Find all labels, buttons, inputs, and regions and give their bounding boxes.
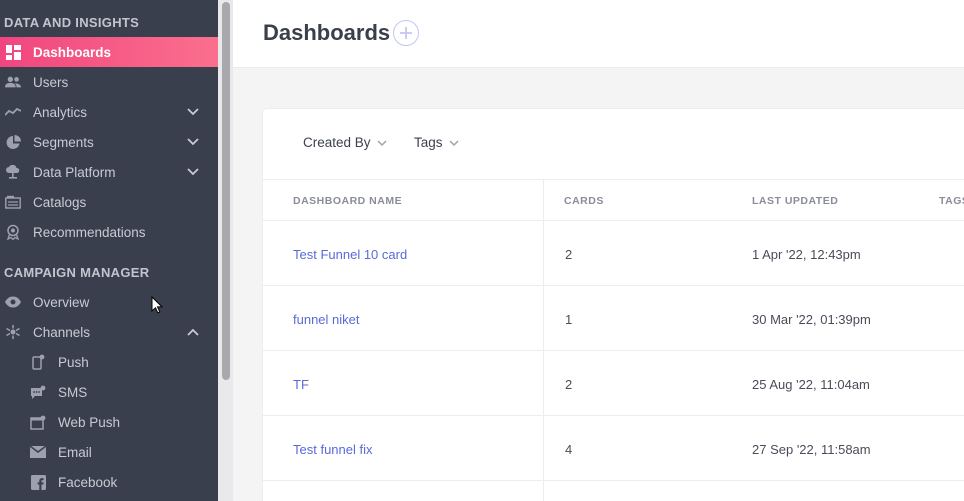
column-divider: [543, 179, 544, 501]
section-title-data-insights: DATA AND INSIGHTS: [4, 15, 140, 30]
cloud-icon: [5, 164, 21, 180]
facebook-icon: [30, 474, 46, 490]
last-updated: 1 Apr '22, 12:43pm: [752, 247, 861, 262]
sidebar-item-overview[interactable]: Overview: [0, 287, 218, 317]
sidebar-item-sms[interactable]: SMS: [0, 377, 218, 407]
catalog-icon: [5, 194, 21, 210]
cards-count: 4: [565, 442, 573, 457]
tags-filter[interactable]: Tags: [414, 135, 459, 150]
sidebar-item-channels[interactable]: Channels: [0, 317, 218, 347]
column-header-name[interactable]: DASHBOARD NAME: [293, 195, 402, 207]
sidebar-item-push[interactable]: Push: [0, 347, 218, 377]
sms-icon: [30, 384, 46, 400]
dashboard-name-link[interactable]: funnel niket: [293, 312, 360, 327]
sidebar-item-label: Recommendations: [33, 224, 146, 240]
page-header: Dashboards: [233, 0, 964, 68]
mail-icon: [30, 444, 46, 460]
mouse-cursor-icon: [151, 296, 163, 314]
chevron-down-icon: [377, 139, 387, 146]
sidebar-item-recommendations[interactable]: Recommendations: [0, 217, 218, 247]
award-icon: [5, 224, 21, 240]
chevron-down-icon: [449, 139, 459, 146]
created-by-filter[interactable]: Created By: [303, 135, 387, 150]
table-row[interactable]: Test funnel fix 4 27 Sep '22, 11:58am: [263, 416, 964, 481]
last-updated: 30 Mar '22, 01:39pm: [752, 312, 871, 327]
sidebar-item-data-platform[interactable]: Data Platform: [0, 157, 218, 187]
chevron-down-icon[interactable]: [186, 165, 200, 179]
cards-count: 1: [565, 312, 573, 327]
plus-icon: [400, 27, 412, 39]
sidebar-item-analytics[interactable]: Analytics: [0, 97, 218, 127]
sidebar-item-label: Channels: [33, 324, 91, 340]
last-updated: 27 Sep '22, 11:58am: [752, 442, 871, 457]
column-header-cards[interactable]: CARDS: [564, 195, 604, 207]
sidebar-item-label: Analytics: [33, 104, 88, 120]
users-icon: [5, 74, 21, 90]
table-row[interactable]: TF 2 25 Aug '22, 11:04am: [263, 351, 964, 416]
sidebar-item-label: Overview: [33, 294, 90, 310]
sidebar-item-label: Push: [58, 354, 89, 370]
sidebar-scrollbar-thumb[interactable]: [222, 2, 230, 380]
pie-chart-icon: [5, 134, 21, 150]
page-title: Dashboards: [263, 20, 391, 45]
sidebar-item-catalogs[interactable]: Catalogs: [0, 187, 218, 217]
sidebar: DATA AND INSIGHTS Dashboards Users Analy…: [0, 0, 218, 501]
dashboard-name-link[interactable]: Test Funnel 10 card: [293, 247, 407, 262]
dashboards-card: Created By Tags DASHBOARD NAME CARDS LAS…: [263, 109, 964, 501]
dashboard-name-link[interactable]: TF: [293, 377, 309, 392]
chevron-up-icon[interactable]: [186, 325, 200, 339]
sidebar-item-facebook[interactable]: Facebook: [0, 467, 218, 497]
sidebar-item-users[interactable]: Users: [0, 67, 218, 97]
table-row[interactable]: Test Funnel 10 card 2 1 Apr '22, 12:43pm: [263, 221, 964, 286]
tags-filter-label: Tags: [414, 135, 443, 150]
web-push-icon: [30, 414, 46, 430]
table-row[interactable]: funnel niket 1 30 Mar '22, 01:39pm: [263, 286, 964, 351]
sidebar-item-label: Dashboards: [33, 44, 112, 60]
sidebar-item-email[interactable]: Email: [0, 437, 218, 467]
sidebar-item-segments[interactable]: Segments: [0, 127, 218, 157]
eye-icon: [5, 294, 21, 310]
sidebar-item-label: SMS: [58, 384, 88, 400]
sidebar-item-label: Users: [33, 74, 69, 90]
cards-count: 2: [565, 247, 573, 262]
sidebar-item-label: Data Platform: [33, 164, 116, 180]
last-updated: 25 Aug '22, 11:04am: [752, 377, 870, 392]
created-by-filter-label: Created By: [303, 135, 371, 150]
chevron-down-icon[interactable]: [186, 105, 200, 119]
section-title-campaign-manager: CAMPAIGN MANAGER: [4, 265, 150, 280]
sidebar-item-label: Web Push: [58, 414, 121, 430]
sidebar-item-label: Facebook: [58, 474, 118, 490]
channels-icon: [5, 324, 21, 340]
chevron-down-icon[interactable]: [186, 135, 200, 149]
sidebar-item-web-push[interactable]: Web Push: [0, 407, 218, 437]
sidebar-item-dashboards[interactable]: Dashboards: [0, 37, 218, 67]
sidebar-item-label: Segments: [33, 134, 94, 150]
cards-count: 2: [565, 377, 573, 392]
add-dashboard-button[interactable]: [393, 20, 419, 46]
table-header: DASHBOARD NAME CARDS LAST UPDATED TAGS: [263, 179, 964, 221]
analytics-icon: [5, 104, 21, 120]
column-header-tags[interactable]: TAGS: [939, 195, 964, 207]
dashboard-icon: [5, 44, 21, 60]
sidebar-item-label: Email: [58, 444, 92, 460]
dashboard-name-link[interactable]: Test funnel fix: [293, 442, 373, 457]
sidebar-item-label: Catalogs: [33, 194, 87, 210]
column-header-last-updated[interactable]: LAST UPDATED: [752, 195, 838, 207]
phone-icon: [30, 354, 46, 370]
